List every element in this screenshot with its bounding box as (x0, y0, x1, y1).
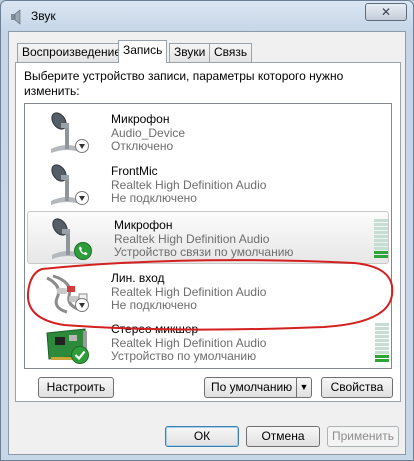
level-segment (375, 327, 389, 330)
level-segment (374, 219, 388, 222)
level-segment (374, 247, 388, 250)
level-segment (375, 343, 389, 346)
device-driver: Realtek High Definition Audio (111, 336, 267, 350)
dropdown-arrow-icon[interactable]: ▼ (296, 378, 311, 397)
apply-button[interactable]: Применить (327, 426, 399, 447)
sound-dialog: Звук ✕ Воспроизведение Запись Звуки Связ… (0, 0, 414, 461)
level-segment (375, 359, 389, 362)
window-title: Звук (31, 9, 56, 23)
device-driver: Realtek High Definition Audio (111, 178, 267, 192)
device-list: Микрофон Audio_Device Отключено FrontMic… (24, 103, 392, 369)
level-segment (374, 251, 388, 254)
set-default-label: По умолчанию (211, 380, 293, 394)
device-status: Не подключено (111, 191, 197, 205)
level-segment (375, 331, 389, 334)
down-arrow-icon (75, 191, 89, 205)
level-meter (375, 323, 389, 363)
device-driver: Realtek High Definition Audio (114, 232, 270, 246)
cancel-button[interactable]: Отмена (246, 426, 320, 447)
device-name: Микрофон (111, 112, 170, 126)
device-item[interactable]: Микрофон Audio_Device Отключено (25, 106, 391, 159)
tab-playback[interactable]: Воспроизведение (17, 43, 127, 62)
ok-button[interactable]: ОК (165, 426, 239, 447)
close-button[interactable]: ✕ (365, 3, 407, 21)
recording-panel: Выберите устройство записи, параметры ко… (15, 62, 401, 402)
device-name: FrontMic (111, 164, 158, 178)
tab-recording[interactable]: Запись (118, 40, 168, 63)
device-driver: Audio_Device (111, 126, 186, 140)
level-segment (374, 227, 388, 230)
device-item[interactable]: FrontMic Realtek High Definition Audio Н… (25, 158, 391, 211)
level-segment (375, 347, 389, 350)
dialog-body: Воспроизведение Запись Звуки Связь Выбер… (8, 31, 406, 455)
level-segment (375, 335, 389, 338)
level-segment (374, 223, 388, 226)
level-segment (375, 355, 389, 358)
level-meter (374, 219, 388, 259)
level-segment (375, 339, 389, 342)
device-driver: Realtek High Definition Audio (111, 285, 267, 299)
level-segment (375, 323, 389, 326)
configure-button[interactable]: Настроить (38, 377, 114, 398)
device-name: Стерео микшер (111, 322, 199, 336)
device-item[interactable]: Лин. вход Realtek High Definition Audio … (25, 265, 391, 318)
phone-icon (74, 242, 92, 260)
speaker-icon (11, 9, 21, 25)
level-segment (374, 239, 388, 242)
level-segment (374, 231, 388, 234)
set-default-split-button[interactable]: По умолчанию ▼ (204, 377, 312, 398)
level-segment (374, 255, 388, 258)
title-bar[interactable]: Звук ✕ (1, 1, 413, 31)
level-segment (375, 351, 389, 354)
checkmark-icon (71, 346, 89, 364)
device-status: Отключено (111, 139, 174, 153)
device-item-selected[interactable]: Микрофон Realtek High Definition Audio У… (27, 211, 389, 264)
level-segment (374, 243, 388, 246)
properties-button[interactable]: Свойства (321, 377, 393, 398)
device-status: Не подключено (111, 298, 197, 312)
device-name: Лин. вход (111, 271, 165, 285)
panel-prompt: Выберите устройство записи, параметры ко… (24, 69, 344, 98)
down-arrow-icon (75, 139, 89, 153)
tab-sounds[interactable]: Звуки (169, 43, 211, 62)
tab-communications[interactable]: Связь (209, 43, 253, 62)
device-status: Устройство по умолчанию (111, 349, 257, 363)
level-segment (374, 235, 388, 238)
device-name: Микрофон (114, 218, 173, 232)
down-arrow-icon (75, 298, 89, 312)
close-icon: ✕ (380, 5, 392, 19)
device-status: Устройство связи по умолчанию (114, 245, 294, 259)
device-item[interactable]: Стерео микшер Realtek High Definition Au… (25, 316, 391, 369)
